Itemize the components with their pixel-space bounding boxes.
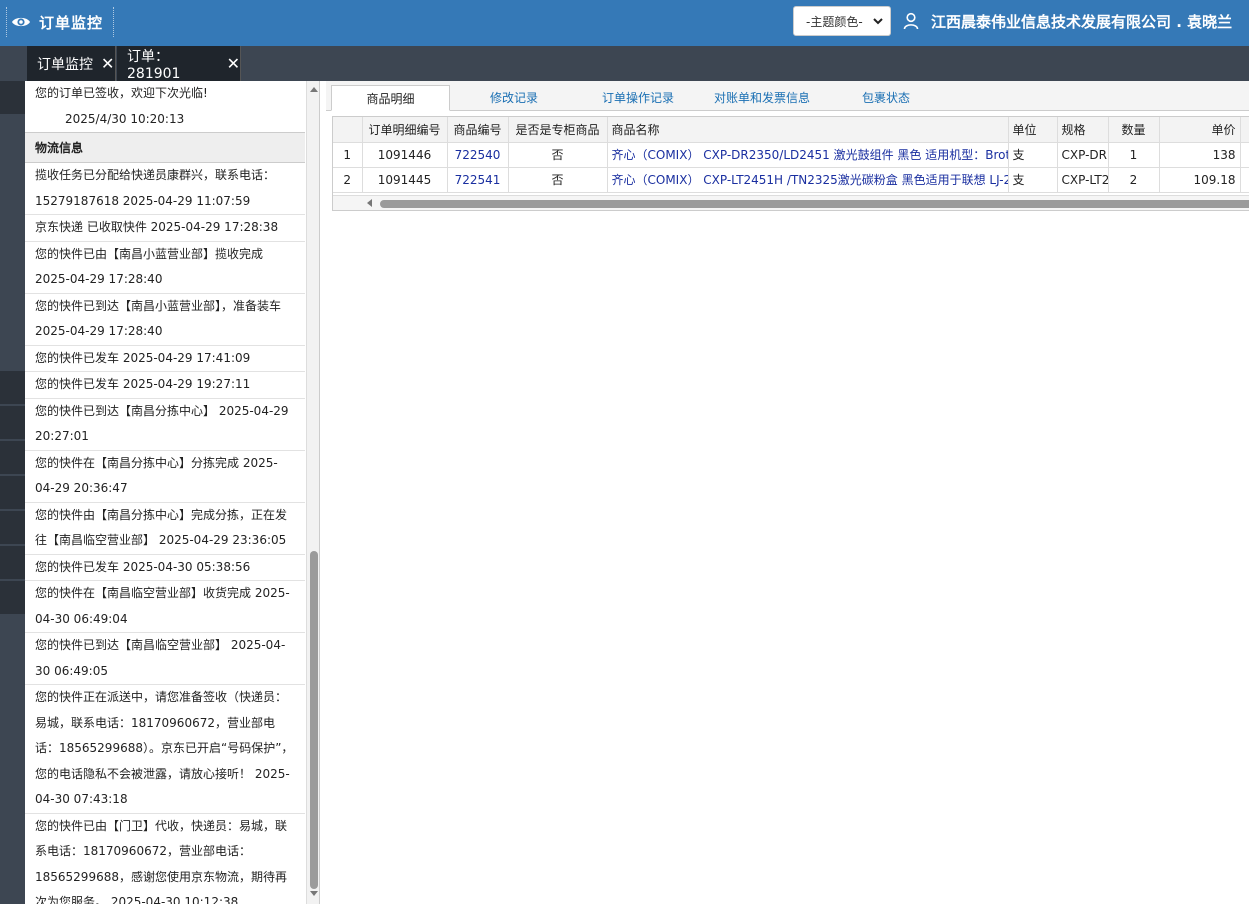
sidebar-block[interactable]: [0, 546, 25, 580]
tab-order-monitor[interactable]: 订单监控 ✕: [27, 46, 116, 81]
collapsed-sidebar: [0, 81, 25, 904]
main-content: 商品明细 修改记录 订单操作记录 对账单和发票信息 包裹状态 订单明细编号 商品…: [326, 81, 1249, 904]
status-time: 2025/4/30 10:20:13: [65, 111, 185, 126]
theme-select-value: -主题颜色-: [806, 14, 863, 29]
app-title: 订单监控: [39, 13, 104, 32]
cell-product-no-link[interactable]: 722540: [447, 142, 509, 168]
list-item: 您的快件在【南昌分拣中心】分拣完成 2025-04-29 20:36:47: [25, 451, 305, 503]
brand: 订单监控: [6, 7, 115, 37]
col-header-spec[interactable]: 规格: [1057, 117, 1109, 143]
cell-detail-no: 1091445: [362, 167, 448, 193]
theme-color-select[interactable]: -主题颜色-: [793, 6, 891, 36]
tab-bar: 订单监控 ✕ 订单：281901 ✕: [0, 46, 1249, 82]
sidebar-block[interactable]: [0, 476, 25, 510]
scroll-down-arrow-icon[interactable]: [310, 891, 318, 896]
scroll-left-arrow-icon[interactable]: [367, 199, 372, 207]
tab-product-details[interactable]: 商品明细: [331, 85, 450, 111]
tab-order-detail[interactable]: 订单：281901 ✕: [117, 46, 241, 82]
close-icon[interactable]: ✕: [101, 54, 114, 73]
col-header-unit-price[interactable]: 单价: [1159, 117, 1241, 143]
order-status-message: 您的订单已签收，欢迎下次光临! 2025/4/30 10:20:13: [25, 81, 305, 132]
sidebar-block[interactable]: [0, 371, 25, 405]
list-item: 您的快件已发车 2025-04-29 19:27:11: [25, 372, 305, 399]
cell-spec: CXP-LT2: [1057, 167, 1109, 193]
list-item: 您的快件由【南昌分拣中心】完成分拣，正在发往【南昌临空营业部】 2025-04-…: [25, 503, 305, 555]
cell-counter-product: 否: [508, 142, 608, 168]
cell-quantity: 1: [1108, 142, 1160, 168]
cell-unit-price: 138: [1159, 142, 1241, 168]
col-header-unit[interactable]: 单位: [1008, 117, 1058, 143]
logistics-list: 您的订单已签收，欢迎下次光临! 2025/4/30 10:20:13 物流信息 …: [25, 81, 305, 904]
scrollbar-thumb[interactable]: [310, 551, 318, 889]
tab-modification-log[interactable]: 修改记录: [466, 85, 562, 111]
tab-label: 订单：281901: [127, 48, 181, 82]
list-item: 您的快件已到达【南昌临空营业部】 2025-04-30 06:49:05: [25, 633, 305, 685]
col-header: [333, 117, 363, 143]
cell-unit: 支: [1008, 167, 1058, 193]
cell-unit: 支: [1008, 142, 1058, 168]
sidebar-block[interactable]: [0, 581, 25, 615]
list-item: 您的快件正在派送中，请您准备签收（快递员：易城，联系电话：18170960672…: [25, 685, 305, 814]
cell-overflow: [1240, 142, 1249, 168]
sidebar-block[interactable]: [0, 511, 25, 545]
scrollbar-thumb[interactable]: [380, 200, 1249, 208]
horizontal-scrollbar[interactable]: [333, 195, 1249, 210]
list-item: 您的快件已发车 2025-04-30 05:38:56: [25, 555, 305, 581]
logistics-panel: 您的订单已签收，欢迎下次光临! 2025/4/30 10:20:13 物流信息 …: [25, 81, 320, 904]
scroll-up-arrow-icon[interactable]: [310, 87, 318, 92]
sidebar-block[interactable]: [0, 441, 25, 475]
col-header-counter-product[interactable]: 是否是专柜商品: [508, 117, 608, 143]
table-header-row: 订单明细编号 商品编号 是否是专柜商品 商品名称 单位 规格 数量 单价: [333, 117, 1249, 143]
col-header-product-no[interactable]: 商品编号: [447, 117, 509, 143]
cell-product-no-link[interactable]: 722541: [447, 167, 509, 193]
cell-counter-product: 否: [508, 167, 608, 193]
col-header-overflow: [1240, 117, 1249, 143]
sidebar-block[interactable]: [0, 81, 25, 115]
sidebar-block[interactable]: [0, 406, 25, 440]
tab-label: 订单监控: [37, 56, 93, 73]
table-row[interactable]: 1 1091446 722540 否 齐心（COMIX） CXP-DR2350/…: [333, 142, 1249, 168]
top-header: 订单监控 -主题颜色- 江西晨泰伟业信息技术发展有限公司 . 袁晓兰: [0, 0, 1249, 46]
cell-spec: CXP-DR: [1057, 142, 1109, 168]
tab-order-operation-log[interactable]: 订单操作记录: [588, 85, 688, 111]
cell-quantity: 2: [1108, 167, 1160, 193]
list-item: 您的快件已由【门卫】代收，快递员：易城，联系电话：18170960672，营业部…: [25, 814, 305, 904]
cell-unit-price: 109.18: [1159, 167, 1241, 193]
list-item: 您的快件在【南昌临空营业部】收货完成 2025-04-30 06:49:04: [25, 581, 305, 633]
list-item: 您的快件已到达【南昌小蓝营业部】，准备装车 2025-04-29 17:28:4…: [25, 294, 305, 346]
logistics-section-title: 物流信息: [25, 132, 305, 163]
row-number: 2: [333, 167, 363, 193]
eye-icon: [12, 17, 30, 27]
col-header-quantity[interactable]: 数量: [1108, 117, 1160, 143]
list-item: 您的快件已到达【南昌分拣中心】 2025-04-29 20:27:01: [25, 399, 305, 451]
detail-tabs: 商品明细 修改记录 订单操作记录 对账单和发票信息 包裹状态: [326, 81, 1249, 111]
tab-statement-invoice[interactable]: 对账单和发票信息: [706, 85, 818, 111]
list-item: 您的快件已由【南昌小蓝营业部】揽收完成 2025-04-29 17:28:40: [25, 242, 305, 294]
tab-package-status[interactable]: 包裹状态: [846, 85, 926, 111]
company-user-name[interactable]: 江西晨泰伟业信息技术发展有限公司 . 袁晓兰: [931, 11, 1232, 32]
list-item: 京东快递 已收取快件 2025-04-29 17:28:38: [25, 215, 305, 242]
status-text: 您的订单已签收，欢迎下次光临!: [35, 86, 208, 100]
product-table: 订单明细编号 商品编号 是否是专柜商品 商品名称 单位 规格 数量 单价 1 1…: [332, 116, 1249, 211]
table-row[interactable]: 2 1091445 722541 否 齐心（COMIX） CXP-LT2451H…: [333, 167, 1249, 193]
user-icon[interactable]: [903, 12, 919, 30]
list-item: 您的快件已发车 2025-04-29 17:41:09: [25, 346, 305, 372]
col-header-detail-no[interactable]: 订单明细编号: [362, 117, 448, 143]
row-number: 1: [333, 142, 363, 168]
close-icon[interactable]: ✕: [227, 54, 240, 73]
cell-overflow: [1240, 167, 1249, 193]
vertical-scrollbar[interactable]: [306, 81, 319, 904]
chevron-down-icon: [873, 18, 883, 25]
list-item: 揽收任务已分配给快递员康群兴，联系电话：15279187618 2025-04-…: [25, 163, 305, 215]
cell-product-name-link[interactable]: 齐心（COMIX） CXP-LT2451H /TN2325激光碳粉盒 黑色适用于…: [607, 167, 1009, 193]
col-header-product-name[interactable]: 商品名称: [607, 117, 1009, 143]
cell-product-name-link[interactable]: 齐心（COMIX） CXP-DR2350/LD2451 激光鼓组件 黑色 适用机…: [607, 142, 1009, 168]
cell-detail-no: 1091446: [362, 142, 448, 168]
